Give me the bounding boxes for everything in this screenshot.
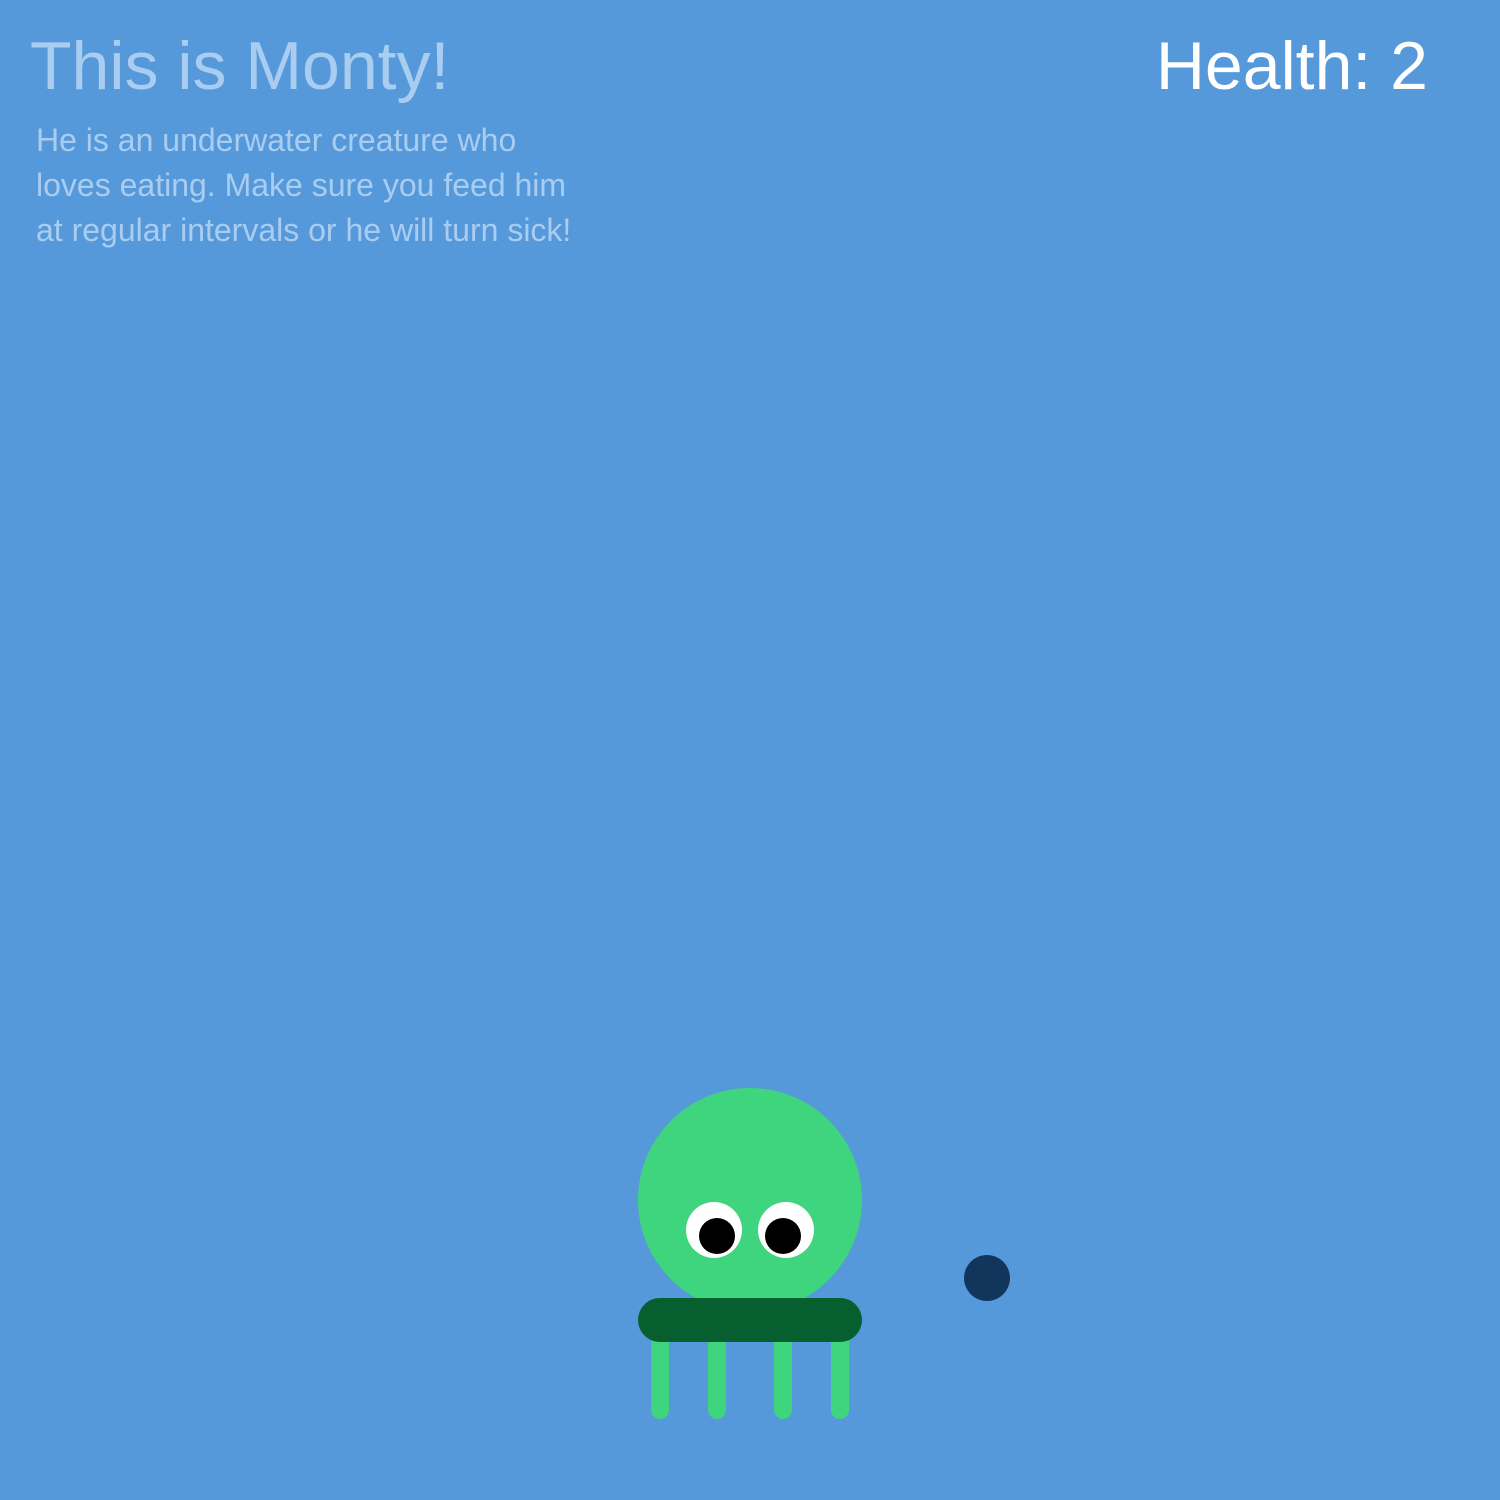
eye-right-pupil	[765, 1218, 801, 1254]
game-scene	[638, 1088, 1010, 1419]
creature-head	[638, 1088, 862, 1312]
eye-left-pupil	[699, 1218, 735, 1254]
octopus-creature-icon[interactable]	[638, 1088, 862, 1419]
food-pellet-icon[interactable]	[964, 1255, 1010, 1301]
creature-band	[638, 1298, 862, 1342]
